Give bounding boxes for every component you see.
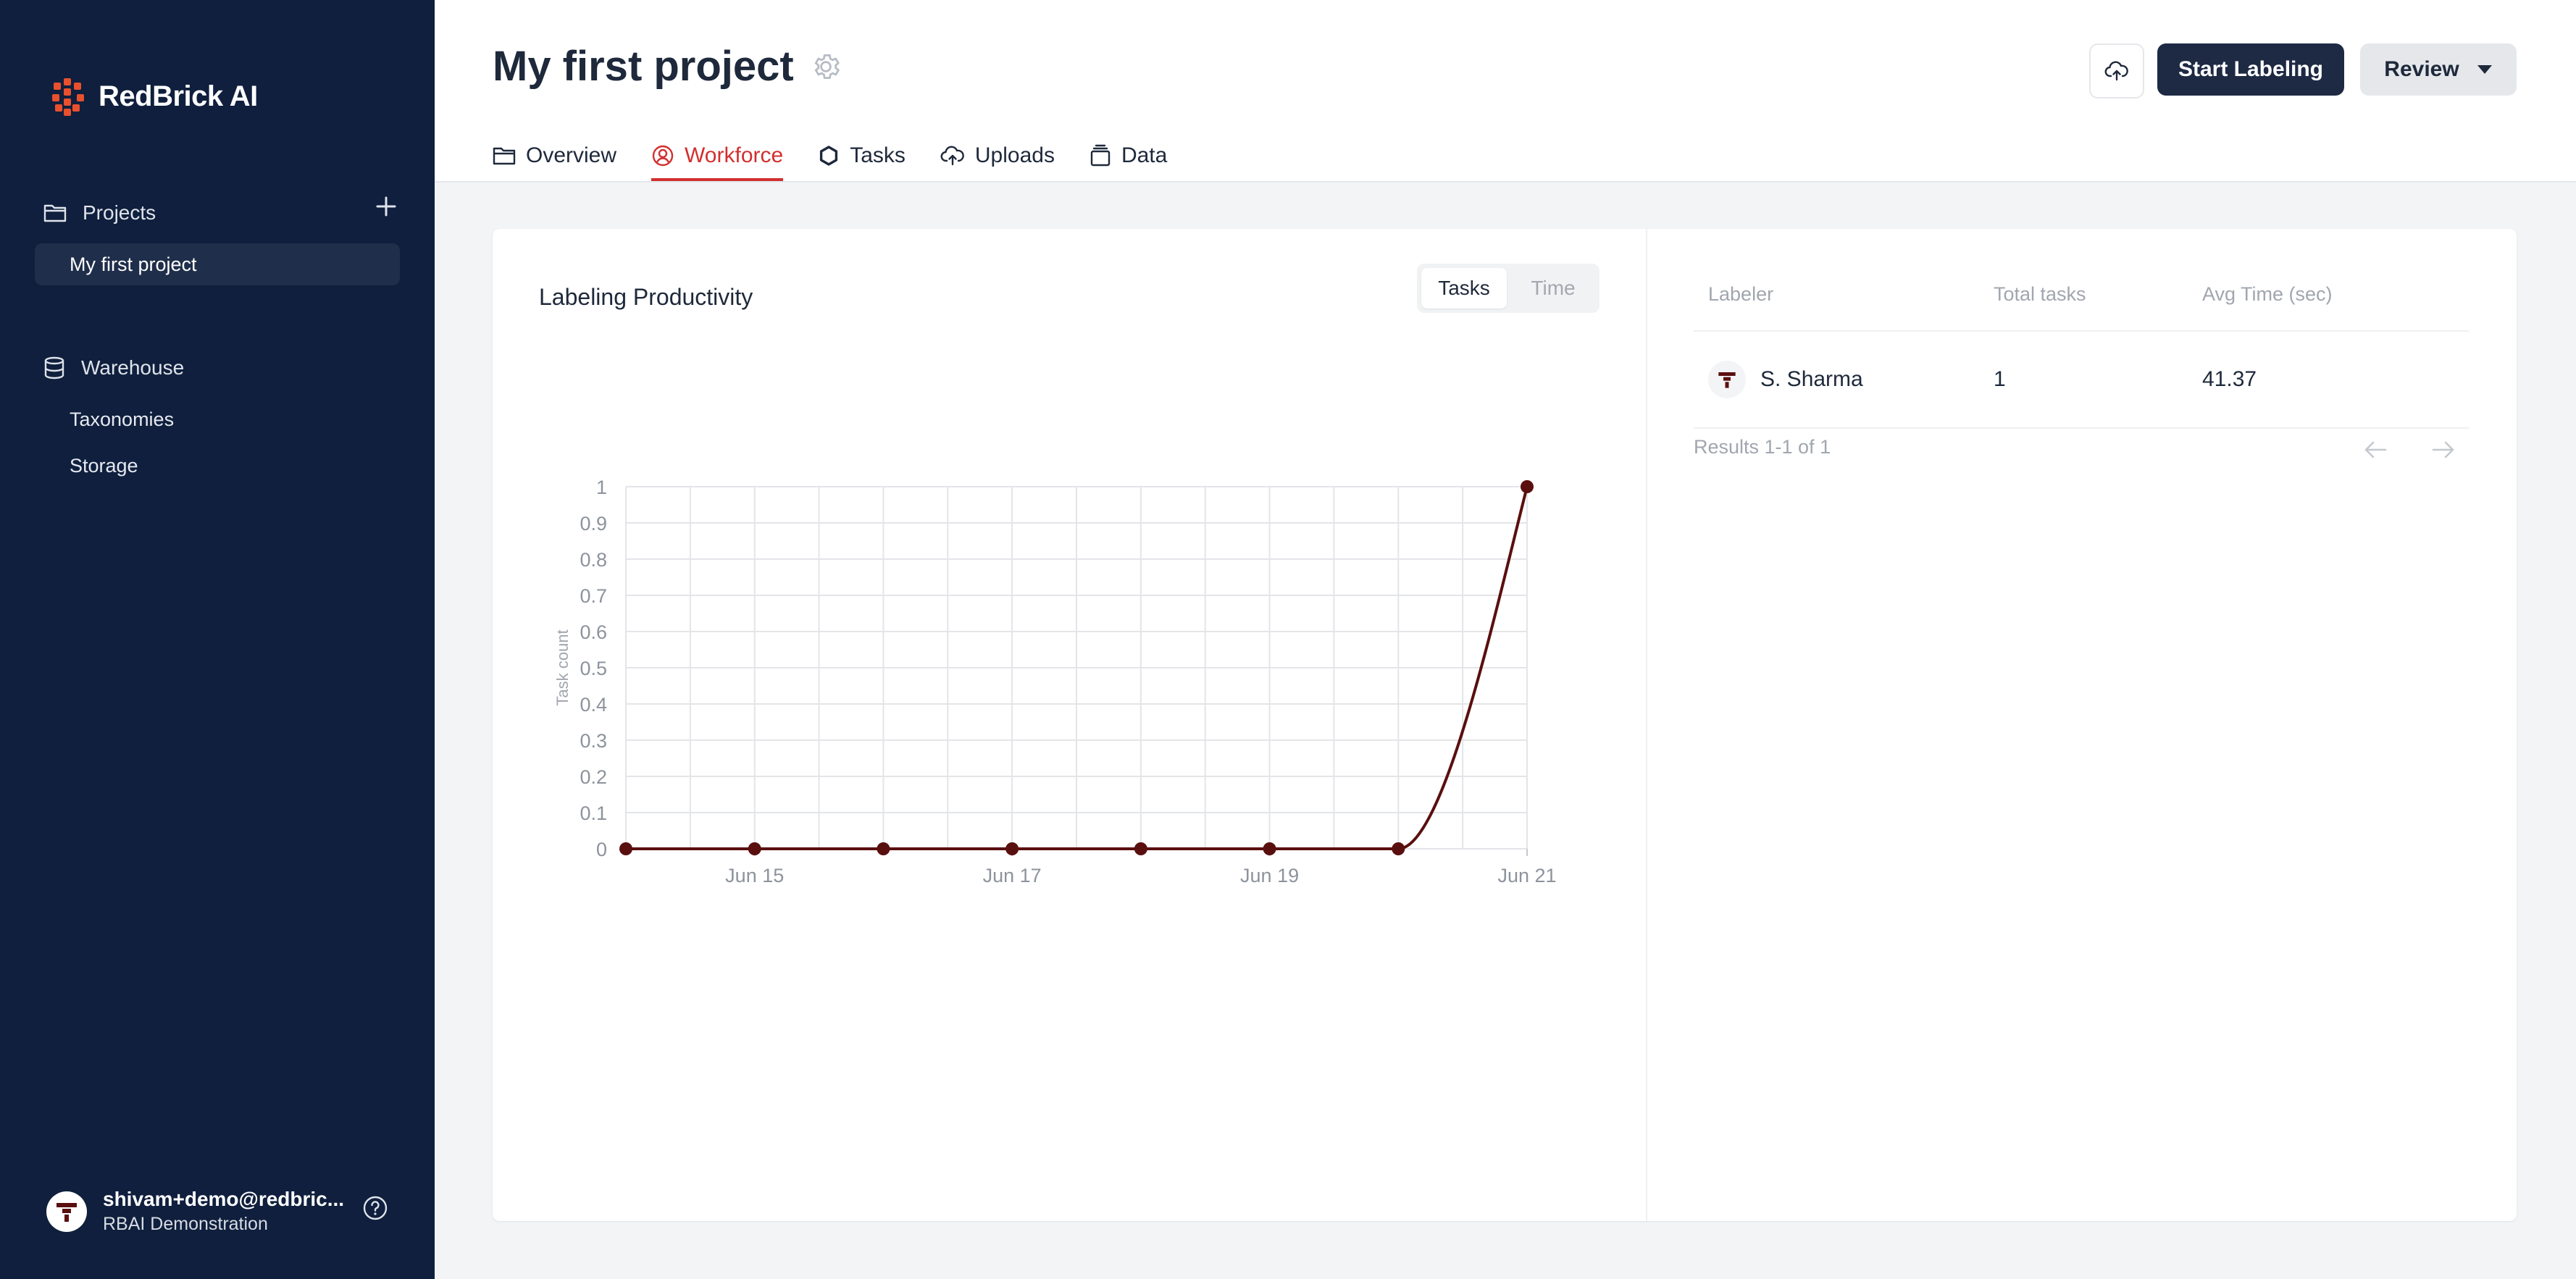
tab-uploads-label: Uploads — [974, 143, 1055, 167]
user-avatar-icon — [1718, 372, 1736, 388]
y-tick-label: 0.9 — [580, 513, 607, 534]
help-icon[interactable] — [362, 1195, 388, 1221]
brand-logo[interactable]: RedBrick AI — [51, 77, 258, 116]
y-tick-label: 0 — [596, 839, 607, 860]
page-title: My first project — [493, 43, 794, 90]
caret-down-icon — [2477, 65, 2492, 74]
hexagon-icon — [820, 146, 838, 166]
y-tick-label: 0.1 — [580, 802, 607, 824]
sidebar-item-taxonomies[interactable]: Taxonomies — [70, 408, 174, 431]
total-tasks-cell: 1 — [1994, 367, 2006, 391]
y-tick-label: 0.2 — [580, 766, 607, 788]
data-point — [619, 842, 632, 855]
review-label: Review — [2384, 57, 2459, 81]
avatar — [1708, 361, 1746, 398]
y-tick-label: 0.3 — [580, 730, 607, 752]
y-tick-label: 0.5 — [580, 658, 607, 679]
y-tick-label: 0.4 — [580, 694, 607, 716]
labeler-cell: S. Sharma — [1694, 361, 1994, 398]
col-total-tasks[interactable]: Total tasks — [1994, 283, 2202, 306]
x-tick-label: Jun 19 — [1240, 865, 1299, 886]
toggle-time[interactable]: Time — [1511, 268, 1595, 309]
sidebar-item-label: My first project — [70, 253, 197, 275]
arrow-left-icon — [2364, 441, 2387, 458]
cloud-upload-icon — [940, 146, 964, 166]
tab-workforce[interactable]: Workforce — [651, 130, 784, 181]
start-labeling-button[interactable]: Start Labeling — [2157, 43, 2344, 96]
x-tick-label: Jun 21 — [1497, 865, 1556, 886]
page-header: My first project Overview Workforce Task… — [435, 0, 2576, 183]
user-profile[interactable]: shivam+demo@redbric... RBAI Demonstratio… — [46, 1188, 344, 1235]
add-project-icon[interactable] — [375, 196, 397, 217]
folder-icon — [493, 147, 516, 165]
workforce-card: Labeling Productivity Tasks Time 0 0.1 0.2… — [493, 229, 2517, 1221]
panel-divider — [1646, 229, 1647, 1221]
chart-title: Labeling Productivity — [539, 284, 753, 310]
table-header: Labeler Total tasks Avg Time (sec) — [1694, 258, 2469, 332]
labeler-table: Labeler Total tasks Avg Time (sec) S. Sh… — [1694, 258, 2469, 429]
redbrick-logo-icon — [52, 78, 84, 116]
data-point — [877, 842, 890, 855]
data-point — [1134, 842, 1147, 855]
productivity-chart: 0 0.1 0.2 0.3 0.4 0.5 0.6 0.7 0.8 0.9 1 Task count J… — [553, 477, 1557, 886]
data-point — [1392, 842, 1405, 855]
tab-workforce-label: Workforce — [685, 143, 784, 167]
page-title-wrap: My first project — [493, 42, 842, 91]
data-point — [1005, 842, 1019, 855]
tab-tasks[interactable]: Tasks — [818, 130, 906, 181]
user-email: shivam+demo@redbric... — [103, 1188, 345, 1210]
x-tick-label: Jun 17 — [983, 865, 1042, 886]
col-labeler[interactable]: Labeler — [1694, 283, 1994, 306]
sidebar-item-storage[interactable]: Storage — [70, 455, 138, 477]
avg-time-cell: 41.37 — [2202, 367, 2257, 391]
data-point — [1521, 480, 1534, 493]
sidebar-projects-label: Projects — [83, 201, 156, 224]
brand-name: RedBrick AI — [99, 80, 258, 112]
data-point — [748, 842, 761, 855]
arrow-right-icon — [2432, 441, 2454, 458]
prev-page-button[interactable] — [2351, 426, 2399, 474]
tab-uploads[interactable]: Uploads — [940, 130, 1055, 181]
tab-tasks-label: Tasks — [850, 143, 906, 167]
y-tick-label: 0.8 — [580, 549, 607, 571]
col-avg-time[interactable]: Avg Time (sec) — [2202, 283, 2469, 306]
metric-toggle: Tasks Time — [1417, 264, 1599, 313]
data-point — [1263, 842, 1276, 855]
results-count: Results 1-1 of 1 — [1694, 436, 1831, 458]
project-tabs: Overview Workforce Tasks Uploads Data — [493, 130, 1167, 181]
user-org: RBAI Demonstration — [103, 1214, 268, 1234]
sidebar: RedBrick AI Projects My first project Wa… — [0, 0, 435, 1279]
sidebar-warehouse-label: Warehouse — [81, 356, 185, 379]
user-circle-icon — [652, 145, 674, 167]
user-avatar-icon — [57, 1202, 77, 1222]
tab-data-label: Data — [1121, 143, 1168, 167]
sidebar-item-my-first-project[interactable]: My first project — [35, 243, 400, 285]
y-axis-title: Task count — [553, 629, 572, 705]
labeler-name: S. Sharma — [1760, 367, 1863, 391]
database-icon — [44, 356, 64, 379]
avatar — [46, 1191, 87, 1232]
sidebar-projects-header[interactable]: Projects — [43, 201, 156, 225]
stack-icon — [1090, 144, 1111, 167]
tab-data[interactable]: Data — [1090, 130, 1167, 181]
next-page-button[interactable] — [2420, 426, 2467, 474]
review-button[interactable]: Review — [2360, 43, 2517, 96]
tab-overview[interactable]: Overview — [493, 130, 616, 181]
upload-button[interactable] — [2089, 43, 2144, 98]
tab-overview-label: Overview — [526, 143, 617, 167]
y-tick-label: 0.7 — [580, 585, 607, 607]
y-tick-label: 1 — [596, 477, 607, 498]
x-tick-label: Jun 15 — [725, 865, 784, 886]
settings-gear-icon[interactable] — [810, 51, 842, 83]
sidebar-warehouse-header[interactable]: Warehouse — [43, 356, 184, 379]
cloud-upload-icon — [2104, 61, 2128, 81]
toggle-tasks[interactable]: Tasks — [1421, 268, 1507, 309]
table-row[interactable]: S. Sharma 1 41.37 — [1694, 332, 2469, 429]
folder-icon — [43, 204, 67, 222]
y-tick-label: 0.6 — [580, 621, 607, 643]
